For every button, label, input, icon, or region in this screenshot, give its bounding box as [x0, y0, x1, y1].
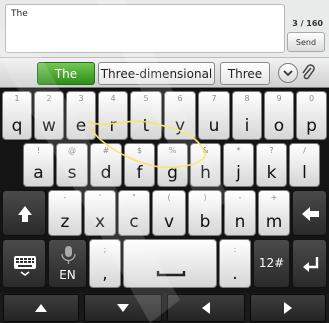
symbols-key[interactable]: 12# [253, 239, 290, 288]
key-v[interactable]: (v [152, 190, 186, 236]
nav-up-button[interactable] [3, 294, 79, 322]
paperclip-icon [302, 64, 315, 80]
key-i[interactable]: 8i [232, 91, 262, 140]
symbols-label: 12# [258, 256, 285, 270]
navigation-bar [0, 293, 329, 323]
message-input[interactable]: The [5, 4, 285, 53]
left-arrow-icon [202, 302, 210, 314]
period-key[interactable]: : . [219, 239, 251, 288]
key-j[interactable]: * j [223, 143, 254, 187]
chevron-down-icon [283, 70, 293, 77]
backspace-key[interactable] [292, 190, 327, 236]
right-arrow-icon [284, 302, 292, 314]
down-arrow-icon [117, 304, 129, 312]
keyboard-settings-key[interactable] [2, 239, 46, 288]
key-z[interactable]: -z [48, 190, 82, 236]
key-s[interactable]: @ s [56, 143, 88, 187]
shift-key[interactable] [2, 190, 46, 236]
key-q[interactable]: 1q [2, 91, 32, 140]
message-text: The [11, 9, 28, 19]
backspace-arrow-icon [302, 207, 319, 221]
key-f[interactable]: $ f [124, 143, 155, 187]
char-counter: 3 / 160 [292, 19, 323, 28]
nav-down-button[interactable] [84, 294, 162, 322]
microphone-icon [61, 246, 76, 264]
key-e[interactable]: 3e [66, 91, 96, 140]
attach-button[interactable] [300, 64, 316, 86]
key-u[interactable]: 7u [198, 91, 230, 140]
up-arrow-icon [35, 304, 47, 312]
key-r[interactable]: 4r [98, 91, 128, 140]
nav-left-button[interactable] [167, 294, 245, 322]
key-l[interactable]: / l [289, 143, 320, 187]
suggestion-bar: The Three-dimensional Three [0, 57, 329, 88]
language-label: EN [59, 268, 76, 282]
key-k[interactable]: ? k [256, 143, 287, 187]
shift-arrow-icon [18, 206, 32, 222]
key-c[interactable]: " c [118, 190, 150, 236]
more-suggestions-button[interactable] [278, 63, 298, 83]
send-button[interactable]: Send [287, 32, 325, 52]
key-g[interactable]: % g [157, 143, 188, 187]
soft-keyboard: 1q 2w 3e 4r 5t 6y 7u 8i 9o 0p ! a @ s # d $… [0, 89, 329, 323]
keyboard-icon [14, 256, 36, 276]
key-t[interactable]: 5t [130, 91, 162, 140]
key-p[interactable]: 0p [296, 91, 327, 140]
key-h[interactable]: & h [190, 143, 221, 187]
key-d[interactable]: # d [90, 143, 122, 187]
key-a[interactable]: ! a [23, 143, 54, 187]
suggestion-chip-2[interactable]: Three-dimensional [98, 62, 215, 85]
enter-icon [303, 257, 319, 272]
key-x[interactable]: ' x [84, 190, 116, 236]
key-b[interactable]: ) b [188, 190, 222, 236]
comma-key[interactable]: ; , [89, 239, 121, 288]
suggestion-chip-3[interactable]: Three [220, 62, 270, 85]
key-o[interactable]: 9o [264, 91, 294, 140]
suggestion-chip-1[interactable]: The [37, 62, 95, 85]
compose-area: The 3 / 160 Send [0, 0, 329, 57]
nav-right-button[interactable] [250, 294, 326, 322]
key-w[interactable]: 2w [34, 91, 64, 140]
voice-language-key[interactable]: EN [48, 239, 87, 288]
key-n[interactable]: -n [224, 190, 256, 236]
space-key[interactable] [123, 239, 217, 288]
key-y[interactable]: 6y [164, 91, 196, 140]
key-m[interactable]: + m [258, 190, 290, 236]
spacebar-icon [156, 271, 186, 277]
enter-key[interactable] [292, 239, 327, 288]
